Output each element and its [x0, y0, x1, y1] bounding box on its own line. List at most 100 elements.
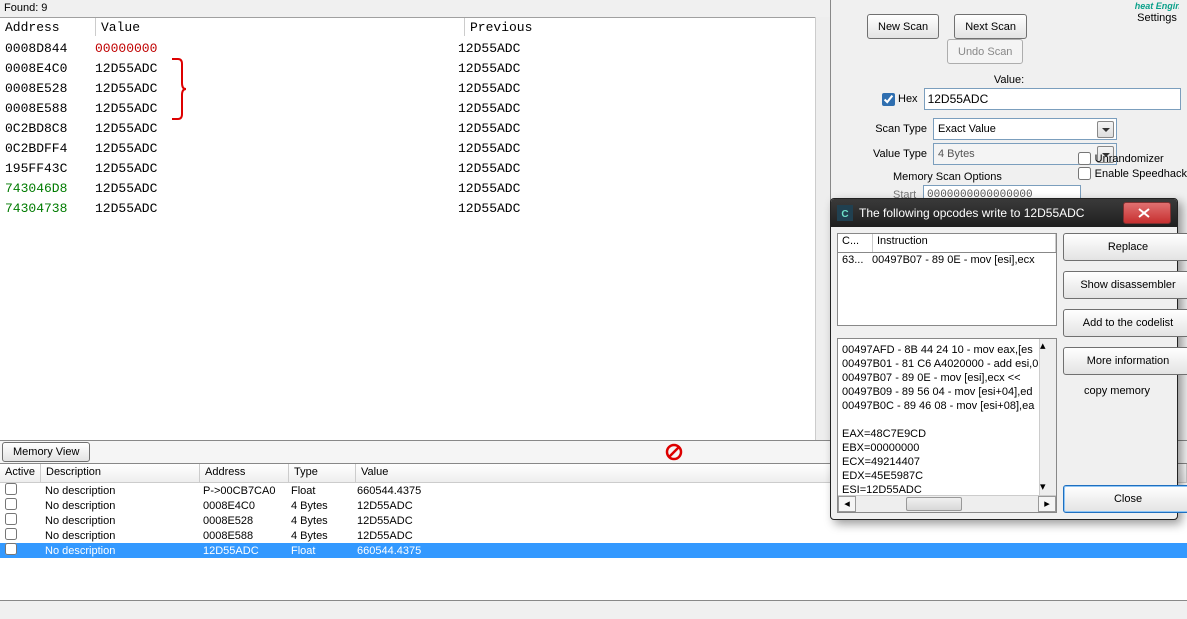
scan-result-row[interactable]: 7430473812D55ADC12D55ADC	[0, 198, 816, 218]
result-previous: 12D55ADC	[458, 61, 816, 76]
instr-count: 63...	[838, 254, 872, 266]
result-value: 12D55ADC	[95, 61, 458, 76]
asm-line: 00497B0C - 89 46 08 - mov [esi+08],ea	[842, 399, 1052, 413]
more-info-button[interactable]: More information	[1063, 347, 1187, 375]
header-instruction[interactable]: Instruction	[873, 234, 1056, 252]
result-value: 00000000	[95, 41, 458, 56]
scan-result-row[interactable]: 0C2BDFF412D55ADC12D55ADC	[0, 138, 816, 158]
header-previous[interactable]: Previous	[465, 18, 830, 36]
status-bar	[0, 600, 1187, 619]
result-address: 0008E588	[0, 101, 95, 116]
value-input[interactable]	[924, 88, 1181, 110]
scan-results-panel: Found: 9 Address Value Previous 0008D844…	[0, 0, 831, 440]
row-address: 12D55ADC	[198, 545, 286, 557]
result-address: 0008D844	[0, 41, 95, 56]
chevron-down-icon	[1097, 121, 1114, 138]
result-value: 12D55ADC	[95, 121, 458, 136]
row-address: 0008E588	[198, 530, 286, 542]
row-type: 4 Bytes	[286, 515, 352, 527]
scan-result-row[interactable]: 0C2BD8C812D55ADC12D55ADC	[0, 118, 816, 138]
disassembly-box[interactable]: 00497AFD - 8B 44 24 10 - mov eax,[es0049…	[837, 338, 1057, 513]
row-description: No description	[40, 500, 198, 512]
result-value: 12D55ADC	[95, 181, 458, 196]
row-address: P->00CB7CA0	[198, 485, 286, 497]
scan-result-row[interactable]: 195FF43C12D55ADC12D55ADC	[0, 158, 816, 178]
add-codelist-button[interactable]: Add to the codelist	[1063, 309, 1187, 337]
close-button[interactable]	[1123, 202, 1171, 224]
next-scan-button[interactable]: Next Scan	[954, 14, 1027, 39]
address-list-row[interactable]: No description12D55ADCFloat660544.4375	[0, 543, 1187, 558]
scroll-left-icon[interactable]: ◂	[838, 496, 856, 512]
opcode-window-titlebar[interactable]: C The following opcodes write to 12D55AD…	[831, 199, 1177, 227]
result-previous: 12D55ADC	[458, 121, 816, 136]
scan-result-row[interactable]: 0008E58812D55ADC12D55ADC	[0, 98, 816, 118]
hex-checkbox[interactable]	[882, 93, 895, 106]
result-address: 0C2BD8C8	[0, 121, 95, 136]
row-description: No description	[40, 515, 198, 527]
result-previous: 12D55ADC	[458, 141, 816, 156]
result-address: 195FF43C	[0, 161, 95, 176]
instruction-list[interactable]: 63...00497B07 - 89 0E - mov [esi],ecx	[837, 253, 1057, 326]
result-address: 0008E4C0	[0, 61, 95, 76]
row-description: No description	[40, 485, 198, 497]
replace-button[interactable]: Replace	[1063, 233, 1187, 261]
header-value[interactable]: Value	[96, 18, 465, 36]
active-checkbox[interactable]	[5, 498, 17, 510]
new-scan-button[interactable]: New Scan	[867, 14, 939, 39]
scan-results-header: Address Value Previous	[0, 17, 830, 37]
opcode-close-button[interactable]: Close	[1063, 485, 1187, 513]
scan-result-row[interactable]: 743046D812D55ADC12D55ADC	[0, 178, 816, 198]
active-checkbox[interactable]	[5, 528, 17, 540]
scroll-down-icon[interactable]: ▾	[1040, 480, 1054, 496]
result-address: 743046D8	[0, 181, 95, 196]
row-type: Float	[286, 485, 352, 497]
instruction-row[interactable]: 63...00497B07 - 89 0E - mov [esi],ecx	[838, 253, 1056, 267]
header-type[interactable]: Type	[289, 464, 356, 482]
undo-scan-button[interactable]: Undo Scan	[947, 39, 1023, 64]
row-type: 4 Bytes	[286, 530, 352, 542]
asm-vertical-scrollbar[interactable]: ▴ ▾	[1039, 339, 1056, 496]
asm-line: 00497B09 - 89 56 04 - mov [esi+04],ed	[842, 385, 1052, 399]
opcode-window-title: The following opcodes write to 12D55ADC	[859, 206, 1084, 220]
hex-label[interactable]: Hex	[898, 93, 918, 105]
result-value: 12D55ADC	[95, 81, 458, 96]
active-checkbox[interactable]	[5, 483, 17, 495]
asm-line: ECX=49214407	[842, 455, 1052, 469]
clear-list-button[interactable]	[665, 443, 683, 461]
value-type-label: Value Type	[867, 148, 927, 160]
app-icon: C	[837, 205, 853, 221]
show-disassembler-button[interactable]: Show disassembler	[1063, 271, 1187, 299]
active-checkbox[interactable]	[5, 513, 17, 525]
scroll-right-icon[interactable]: ▸	[1038, 496, 1056, 512]
scroll-up-icon[interactable]: ▴	[1040, 339, 1054, 355]
address-list-row[interactable]: No description0008E5884 Bytes12D55ADC	[0, 528, 1187, 543]
scan-result-row[interactable]: 0008D8440000000012D55ADC	[0, 38, 816, 58]
header-description[interactable]: Description	[41, 464, 200, 482]
settings-link[interactable]: Cheat Engine Settings	[1135, 0, 1179, 24]
active-checkbox[interactable]	[5, 543, 17, 555]
result-previous: 12D55ADC	[458, 161, 816, 176]
header-address[interactable]: Address	[0, 18, 96, 36]
scan-type-combo[interactable]: Exact Value	[933, 118, 1117, 140]
row-value: 660544.4375	[352, 545, 1187, 557]
header-count[interactable]: C...	[838, 234, 873, 252]
scroll-thumb[interactable]	[906, 497, 962, 511]
scan-result-row[interactable]: 0008E4C012D55ADC12D55ADC	[0, 58, 816, 78]
scan-results-scrollbar[interactable]	[815, 17, 830, 440]
result-value: 12D55ADC	[95, 101, 458, 116]
instruction-list-header: C... Instruction	[837, 233, 1057, 253]
unrandomizer-checkbox[interactable]: Unrandomizer	[1078, 152, 1187, 165]
asm-line	[842, 413, 1052, 427]
row-value: 12D55ADC	[352, 530, 1187, 542]
speedhack-checkbox[interactable]: Enable Speedhack	[1078, 167, 1187, 180]
scan-result-row[interactable]: 0008E52812D55ADC12D55ADC	[0, 78, 816, 98]
result-value: 12D55ADC	[95, 141, 458, 156]
scan-results-list[interactable]: 0008D8440000000012D55ADC0008E4C012D55ADC…	[0, 36, 816, 440]
asm-line: EDX=45E5987C	[842, 469, 1052, 483]
memory-view-button[interactable]: Memory View	[2, 442, 90, 462]
header-address[interactable]: Address	[200, 464, 289, 482]
asm-horizontal-scrollbar[interactable]: ◂ ▸	[838, 495, 1056, 512]
result-address: 0C2BDFF4	[0, 141, 95, 156]
copy-memory-link[interactable]: copy memory	[1063, 385, 1171, 397]
header-active[interactable]: Active	[0, 464, 41, 482]
